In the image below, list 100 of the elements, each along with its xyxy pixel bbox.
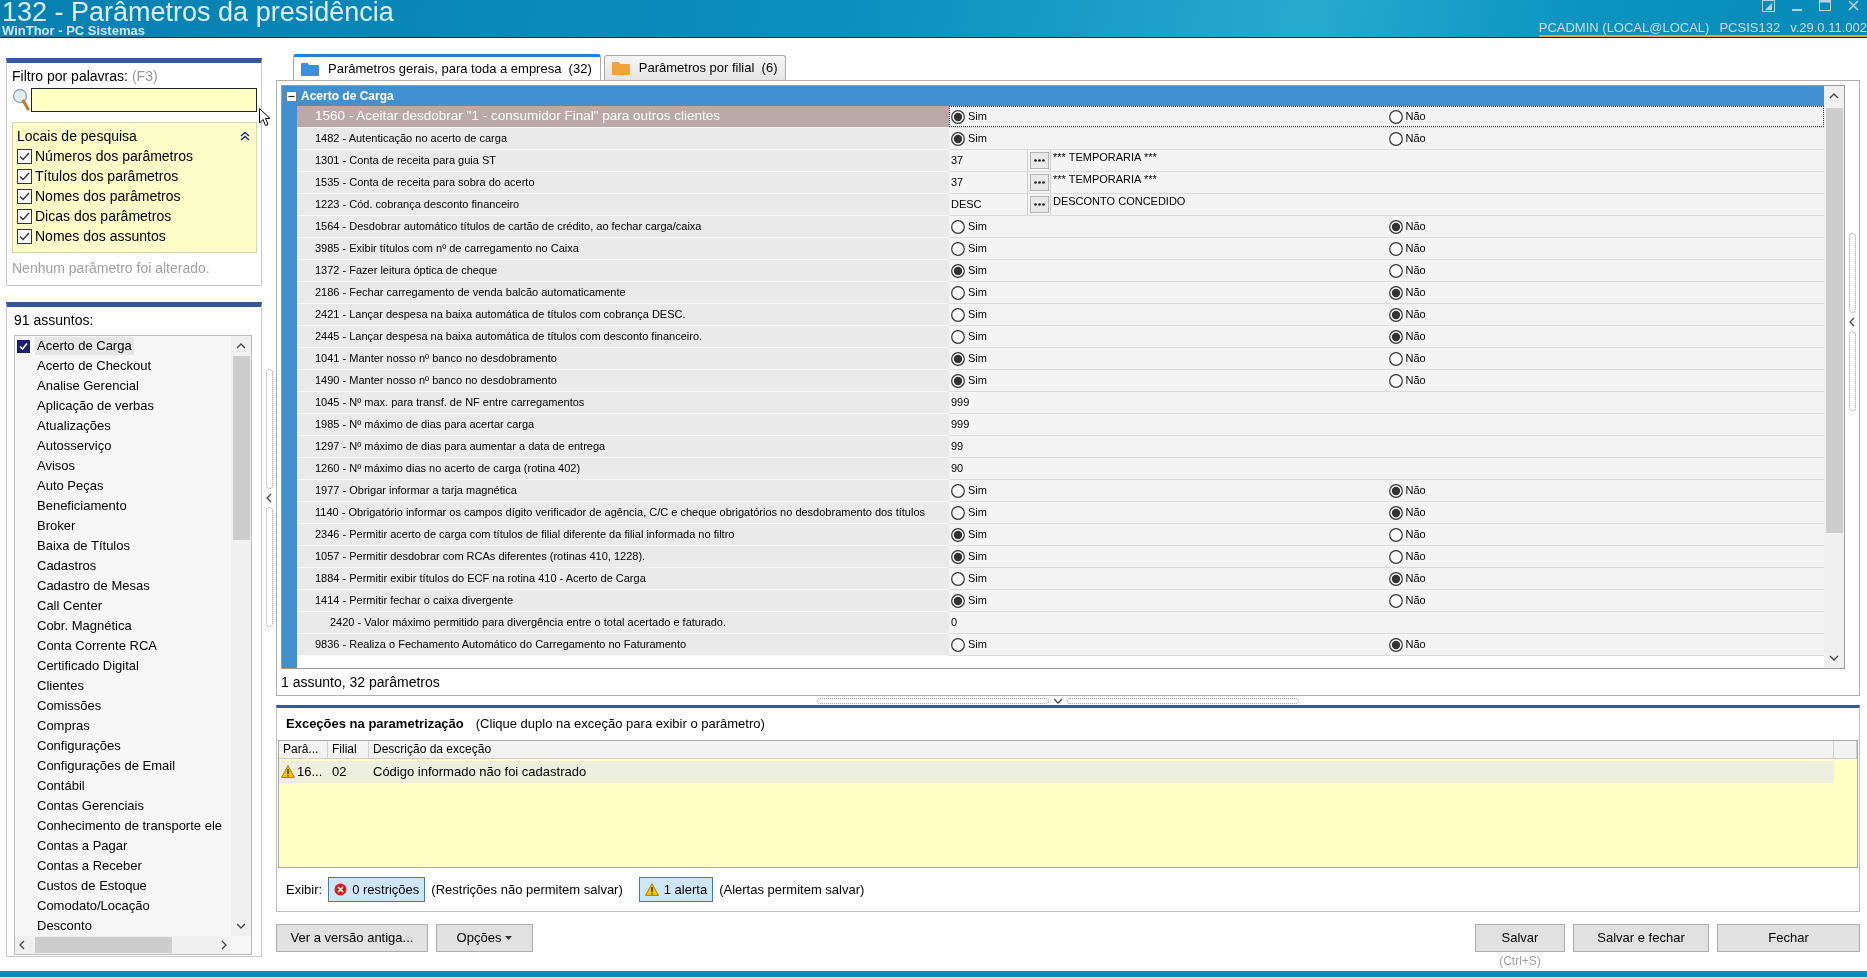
radio-button[interactable]: [951, 241, 965, 256]
value-field[interactable]: 99: [949, 439, 964, 454]
subject-item[interactable]: Cobr. Magnética: [35, 617, 134, 635]
footer-button[interactable]: Salvar e fechar: [1573, 924, 1709, 952]
radio-button[interactable]: [1388, 483, 1403, 498]
radio-button[interactable]: [951, 527, 965, 542]
radio-button[interactable]: [1388, 219, 1403, 234]
parameter-label[interactable]: 1260 - Nº máximo dias no acerto de carga (rotina 402): [297, 458, 949, 480]
close-icon[interactable]: [1848, 0, 1859, 11]
scrollbar-thumb[interactable]: [232, 356, 250, 540]
radio-button[interactable]: [951, 549, 965, 564]
radio-button[interactable]: [1388, 285, 1403, 300]
subject-item[interactable]: Conta Corrente RCA: [35, 637, 159, 655]
collapse-icon[interactable]: [240, 131, 250, 141]
subject-item[interactable]: Clientes: [35, 677, 86, 695]
vertical-scrollbar[interactable]: [1824, 86, 1844, 668]
radio-button[interactable]: [951, 219, 965, 234]
radio-button[interactable]: [1388, 373, 1403, 388]
toggle-button[interactable]: 0 restrições: [328, 876, 426, 902]
radio-button[interactable]: [951, 373, 965, 388]
radio-button[interactable]: [1388, 637, 1403, 652]
subject-item[interactable]: Acerto de Checkout: [35, 357, 154, 375]
parameter-label[interactable]: 1057 - Permitir desdobrar com RCAs diferentes (rotinas 410, 1228).: [297, 546, 949, 568]
value-field[interactable]: 37: [949, 153, 1027, 168]
subject-item[interactable]: Contábil: [35, 777, 87, 795]
subject-item[interactable]: Analise Gerencial: [35, 377, 141, 395]
radio-button[interactable]: [1388, 351, 1403, 366]
subject-item[interactable]: Comissões: [35, 697, 104, 715]
parameter-label[interactable]: 2346 - Permitir acerto de carga com títulos de filial diferente da filial informada no filtro: [297, 524, 949, 546]
radio-button[interactable]: [951, 505, 965, 520]
ellipsis-button[interactable]: [1029, 174, 1049, 191]
scroll-down-icon[interactable]: [236, 923, 246, 929]
subject-item[interactable]: Auto Peças: [35, 477, 106, 495]
radio-button[interactable]: [1388, 571, 1403, 586]
radio-button[interactable]: [951, 351, 965, 366]
radio-button[interactable]: [951, 263, 965, 278]
value-field[interactable]: 90: [949, 461, 964, 476]
parameter-label[interactable]: 1372 - Fazer leitura óptica de cheque: [297, 260, 949, 282]
subject-item[interactable]: Contas a Receber: [35, 857, 144, 875]
collapse-icon[interactable]: [286, 90, 297, 102]
tab[interactable]: Parâmetros gerais, para toda a empresa (32): [293, 54, 601, 80]
subject-item[interactable]: Cadastros: [35, 557, 99, 575]
subject-item[interactable]: Desconto: [35, 917, 94, 935]
radio-button[interactable]: [951, 109, 965, 124]
ellipsis-button[interactable]: [1029, 152, 1049, 169]
radio-button[interactable]: [951, 285, 965, 300]
checkbox[interactable]: [17, 339, 30, 353]
value-field[interactable]: 999: [949, 417, 970, 432]
parameter-label[interactable]: 1884 - Permitir exibir títulos do ECF na rotina 410 - Acerto de Carga: [297, 568, 949, 590]
parameter-label[interactable]: 1140 - Obrigatório informar os campos dígito verificador de agência, C/C e cheque obrigatórios no desdobramento dos títulos: [297, 502, 949, 524]
radio-button[interactable]: [951, 483, 965, 498]
checkbox[interactable]: [17, 148, 32, 164]
parameter-label[interactable]: 2420 - Valor máximo permitido para divergência entre o total acertado e faturado.: [297, 612, 949, 634]
radio-button[interactable]: [951, 571, 965, 586]
subject-item[interactable]: Autosserviço: [35, 437, 114, 455]
radio-button[interactable]: [1388, 527, 1403, 542]
subject-item[interactable]: Avisos: [35, 457, 78, 475]
horizontal-scrollbar[interactable]: [15, 936, 231, 954]
subject-item[interactable]: Atualizações: [35, 417, 113, 435]
checkbox[interactable]: [17, 188, 32, 204]
radio-button[interactable]: [951, 131, 965, 146]
subject-item[interactable]: Compras: [35, 717, 92, 735]
vertical-scrollbar[interactable]: [231, 336, 251, 936]
parameter-label[interactable]: 1297 - Nº máximo de dias para aumentar a data de entrega: [297, 436, 949, 458]
subject-item[interactable]: Call Center: [35, 597, 105, 615]
parameter-label[interactable]: 1977 - Obrigar informar a tarja magnética: [297, 480, 949, 502]
value-field[interactable]: 999: [949, 395, 970, 410]
scrollbar-thumb[interactable]: [35, 937, 172, 953]
subject-item[interactable]: Cadastro de Mesas: [35, 577, 152, 595]
checkbox[interactable]: [17, 228, 32, 244]
subject-item[interactable]: Baixa de Títulos: [35, 537, 132, 555]
radio-button[interactable]: [1388, 131, 1403, 146]
radio-button[interactable]: [951, 593, 965, 608]
footer-button[interactable]: Opções: [436, 924, 533, 952]
subject-item[interactable]: Comodato/Locação: [35, 897, 152, 915]
subject-item[interactable]: Contas a Pagar: [35, 837, 130, 855]
radio-button[interactable]: [1388, 307, 1403, 322]
parameter-label[interactable]: 1564 - Desdobrar automático títulos de cartão de crédito, ao fechar carga/caixa: [297, 216, 949, 238]
value-field[interactable]: 37: [949, 175, 1027, 190]
column-header[interactable]: Descrição da exceção: [369, 740, 1834, 759]
checkbox[interactable]: [17, 168, 32, 184]
radio-button[interactable]: [1388, 263, 1403, 278]
search-field[interactable]: [31, 88, 257, 112]
subject-item[interactable]: Conhecimento de transporte ele: [35, 817, 224, 835]
footer-button[interactable]: Salvar: [1475, 924, 1565, 952]
toggle-button[interactable]: 1 alerta: [638, 876, 714, 902]
radio-button[interactable]: [951, 329, 965, 344]
parameter-label[interactable]: 1535 - Conta de receita para sobra do acerto: [297, 172, 949, 194]
scroll-up-icon[interactable]: [1829, 93, 1839, 99]
parameter-label[interactable]: 9836 - Realiza o Fechamento Automático do Carregamento no Faturamento: [297, 634, 949, 656]
subject-item[interactable]: Configurações: [35, 737, 123, 755]
parameter-label[interactable]: 1490 - Manter nosso nº banco no desdobramento: [297, 370, 949, 392]
subject-item[interactable]: Acerto de Carga: [35, 337, 134, 355]
scroll-right-icon[interactable]: [221, 940, 227, 950]
scrollbar-thumb[interactable]: [1825, 108, 1843, 533]
parameter-label[interactable]: 1985 - Nº máximo de dias para acertar carga: [297, 414, 949, 436]
checkbox[interactable]: [17, 208, 32, 224]
parameter-label[interactable]: 3985 - Exibir títulos com nº de carregamento no Caixa: [297, 238, 949, 260]
parameter-label[interactable]: 1301 - Conta de receita para guia ST: [297, 150, 949, 172]
radio-button[interactable]: [951, 307, 965, 322]
